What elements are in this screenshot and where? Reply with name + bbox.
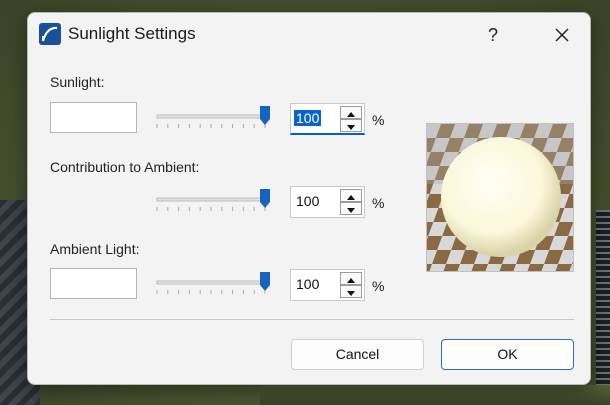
- arrow-down-icon: [347, 291, 355, 296]
- ambient-increment-button[interactable]: [340, 272, 362, 285]
- slider-thumb[interactable]: [260, 189, 270, 208]
- slider-thumb[interactable]: [260, 106, 270, 125]
- sunlight-slider[interactable]: [155, 104, 275, 130]
- close-button[interactable]: [544, 19, 580, 51]
- sunlight-settings-dialog: Sunlight Settings ? Sunlight: 100 % Cont…: [27, 12, 591, 385]
- close-icon: [555, 28, 569, 42]
- slider-track: [156, 197, 266, 202]
- ok-button[interactable]: OK: [441, 339, 574, 370]
- ambient-slider[interactable]: [155, 270, 275, 296]
- arrow-down-icon: [347, 125, 355, 130]
- ambient-value-field[interactable]: 100: [290, 269, 365, 301]
- sunlight-value-field[interactable]: 100: [290, 103, 365, 135]
- contribution-unit: %: [372, 195, 385, 211]
- slider-track: [156, 280, 266, 285]
- ambient-value: 100: [296, 276, 320, 292]
- sunlight-increment-button[interactable]: [340, 106, 362, 119]
- ambient-unit: %: [372, 278, 385, 294]
- contribution-value: 100: [296, 193, 320, 209]
- slider-track: [156, 114, 266, 119]
- contribution-label: Contribution to Ambient:: [50, 159, 200, 175]
- contribution-increment-button[interactable]: [340, 189, 362, 202]
- slider-thumb[interactable]: [260, 272, 270, 291]
- sunlight-preview: [426, 123, 574, 272]
- ambient-light-label: Ambient Light:: [50, 241, 140, 257]
- background-scene-right: [596, 210, 610, 390]
- sunlight-decrement-button[interactable]: [340, 119, 362, 132]
- contribution-value-field[interactable]: 100: [290, 186, 365, 218]
- divider: [50, 319, 574, 320]
- help-button[interactable]: ?: [476, 19, 510, 51]
- sunlight-unit: %: [372, 112, 385, 128]
- ambient-color-swatch[interactable]: [50, 268, 137, 299]
- window-title: Sunlight Settings: [68, 24, 196, 43]
- cancel-button[interactable]: Cancel: [291, 339, 424, 370]
- contribution-decrement-button[interactable]: [340, 202, 362, 215]
- sunlight-value: 100: [294, 110, 322, 126]
- title-bar: Sunlight Settings ?: [28, 13, 590, 57]
- sunlight-color-swatch[interactable]: [50, 102, 137, 133]
- contribution-slider[interactable]: [155, 187, 275, 213]
- archicad-app-icon: [39, 23, 61, 45]
- ambient-decrement-button[interactable]: [340, 285, 362, 298]
- background-scene-bottom: [260, 385, 610, 405]
- sunlight-label: Sunlight:: [50, 74, 105, 90]
- arrow-down-icon: [347, 208, 355, 213]
